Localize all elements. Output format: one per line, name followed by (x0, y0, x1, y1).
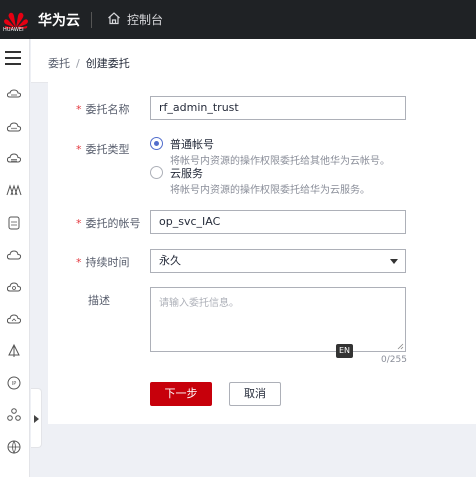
radio-cloud-service-label[interactable]: 云服务 (170, 165, 203, 181)
radio-account-label[interactable]: 普通帐号 (170, 136, 214, 152)
name-label: * 委托名称 (76, 103, 130, 116)
cloud-security-icon[interactable] (6, 279, 22, 295)
ime-en-badge: EN (336, 344, 353, 358)
type-label: * 委托类型 (76, 143, 130, 156)
required-star: * (76, 143, 82, 156)
top-navigation-bar: HUAWEI 华为云 控制台 (0, 0, 476, 39)
console-link[interactable]: 控制台 (127, 11, 163, 28)
radio-account-desc: 将帐号内资源的操作权限委托给其他华为云帐号。 (170, 156, 390, 167)
brand-name[interactable]: 华为云 (38, 10, 80, 30)
home-icon[interactable] (107, 11, 121, 25)
duration-selected-value: 永久 (159, 254, 181, 267)
agency-name-input[interactable]: rf_admin_trust (150, 96, 406, 120)
char-counter: 0/255 (381, 355, 407, 365)
globe-icon[interactable] (6, 439, 22, 455)
breadcrumb-parent-link[interactable]: 委托 (48, 57, 70, 70)
cloud-network-icon[interactable] (6, 119, 22, 135)
description-label: 描述 (88, 294, 110, 307)
account-label: * 委托的帐号 (76, 217, 141, 230)
radio-cloud-service-desc: 将帐号内资源的操作权限委托给华为云服务。 (170, 185, 370, 196)
required-star: * (76, 103, 82, 116)
cloud-icon[interactable] (6, 247, 22, 263)
chevron-down-icon (390, 259, 398, 264)
description-placeholder: 请输入委托信息。 (159, 298, 239, 309)
chevron-right-icon (34, 415, 39, 423)
required-star: * (76, 217, 82, 230)
cloud-storage-icon[interactable] (6, 150, 22, 166)
breadcrumb-bar: 委托 / 创建委托 (31, 39, 476, 83)
resize-handle-icon[interactable] (397, 343, 404, 350)
cloud-server-icon[interactable] (6, 86, 22, 102)
divider (91, 12, 92, 28)
next-button[interactable]: 下一步 (150, 382, 212, 406)
breadcrumb-current: 创建委托 (85, 57, 130, 70)
ip-icon[interactable]: IP (6, 375, 22, 391)
radio-account[interactable] (150, 137, 163, 150)
cluster-icon[interactable] (6, 407, 22, 423)
cancel-button[interactable]: 取消 (229, 382, 281, 406)
menu-icon[interactable] (5, 51, 21, 65)
duration-select[interactable]: 永久 (150, 249, 406, 273)
sidebar-expand-toggle[interactable] (31, 388, 42, 448)
radio-cloud-service[interactable] (150, 166, 163, 179)
description-textarea[interactable]: 请输入委托信息。 (150, 287, 406, 352)
bridge-icon[interactable] (6, 182, 22, 198)
logo-text: HUAWEI (3, 27, 24, 33)
delegated-account-input[interactable]: op_svc_IAC (150, 210, 406, 234)
breadcrumb: 委托 / 创建委托 (48, 55, 130, 71)
sail-icon[interactable] (6, 343, 22, 359)
breadcrumb-separator: / (76, 57, 80, 70)
duration-label: * 持续时间 (76, 256, 130, 269)
svg-text:IP: IP (12, 381, 17, 387)
required-star: * (76, 256, 82, 269)
sidebar: IP (0, 39, 30, 477)
database-icon[interactable] (6, 215, 22, 231)
cloud-container-icon[interactable] (6, 311, 22, 327)
